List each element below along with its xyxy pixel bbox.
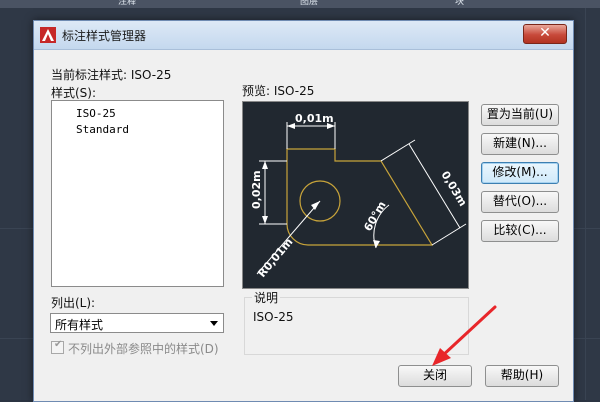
modify-style-button[interactable]: 修改(M)... bbox=[481, 162, 559, 184]
check-icon: ✔ bbox=[54, 339, 63, 350]
style-list-item-standard[interactable]: Standard bbox=[76, 123, 129, 136]
dim-top-text: 0,01m bbox=[295, 112, 334, 125]
dim-diag-text: 0,03m bbox=[438, 169, 468, 209]
exclude-xref-label: 不列出外部参照中的样式(D) bbox=[68, 342, 219, 356]
preview-label: 预览: ISO-25 bbox=[242, 84, 315, 98]
dim-radius-text: R0,01m bbox=[255, 236, 295, 280]
set-current-button[interactable]: 置为当前(U) bbox=[481, 104, 559, 126]
dim-angle-text: 60°m bbox=[361, 199, 388, 233]
current-style-label: 当前标注样式: ISO-25 bbox=[51, 68, 172, 82]
autocad-logo-icon bbox=[40, 27, 56, 43]
dialog-titlebar[interactable]: 标注样式管理器 ✕ bbox=[34, 21, 573, 50]
description-value: ISO-25 bbox=[253, 310, 294, 324]
new-style-button[interactable]: 新建(N)... bbox=[481, 133, 559, 155]
help-button[interactable]: 帮助(H) bbox=[485, 365, 559, 387]
styles-label: 样式(S): bbox=[51, 86, 97, 100]
list-filter-select[interactable]: 所有样式 bbox=[50, 313, 224, 333]
list-filter-value: 所有样式 bbox=[55, 318, 104, 332]
dim-left-text: 0,02m bbox=[250, 170, 263, 209]
description-label: 说明 bbox=[252, 289, 281, 306]
dimension-style-manager-dialog: 标注样式管理器 ✕ 当前标注样式: ISO-25 样式(S): ISO-25 S… bbox=[33, 20, 574, 402]
ribbon-label-annotate[interactable]: 注释 bbox=[118, 0, 136, 7]
ribbon-label-block[interactable]: 块 bbox=[455, 0, 464, 7]
style-list[interactable]: ISO-25 Standard bbox=[51, 100, 224, 287]
window-close-button[interactable]: ✕ bbox=[523, 24, 567, 44]
preview-drawing: 0,01m 0,02m 0,03m 60°m R0,01m bbox=[250, 112, 469, 280]
chevron-down-icon bbox=[210, 321, 218, 326]
ribbon-label-layers[interactable]: 图层 bbox=[300, 0, 318, 7]
override-style-button[interactable]: 替代(O)... bbox=[481, 191, 559, 213]
compare-styles-button[interactable]: 比较(C)... bbox=[481, 220, 559, 242]
cad-ribbon-strip: 注释 图层 块 bbox=[0, 0, 600, 8]
dialog-title: 标注样式管理器 bbox=[62, 29, 147, 43]
style-list-item-iso25[interactable]: ISO-25 bbox=[76, 107, 116, 120]
style-preview-panel: 0,01m 0,02m 0,03m 60°m R0,01m bbox=[242, 101, 469, 289]
preview-shape-outline bbox=[286, 148, 434, 246]
close-button[interactable]: 关闭 bbox=[398, 365, 472, 387]
list-filter-label: 列出(L): bbox=[51, 296, 96, 310]
current-style-value: ISO-25 bbox=[130, 68, 172, 82]
exclude-xref-checkbox[interactable]: ✔ bbox=[51, 339, 64, 354]
